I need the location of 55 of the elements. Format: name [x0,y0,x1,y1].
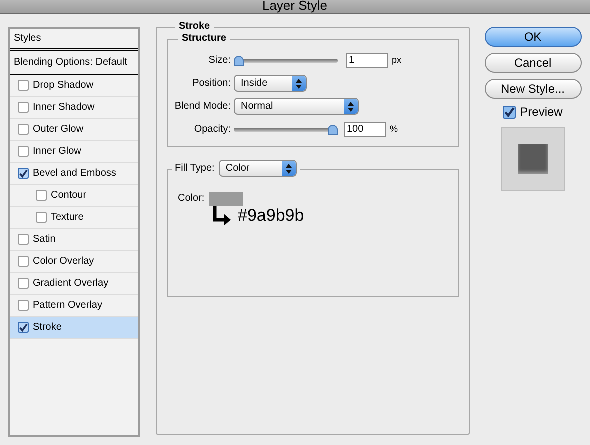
unit-label: px [392,54,402,67]
arrow-icon [212,206,232,226]
dropdown[interactable]: Inside [234,75,307,92]
slider[interactable] [234,56,338,66]
window-title: Layer Style [262,0,328,12]
checkbox[interactable] [18,256,29,267]
color-swatch[interactable] [208,192,243,206]
style-item[interactable]: Satin [10,229,138,251]
style-item[interactable]: Gradient Overlay [10,273,138,295]
checkbox[interactable] [36,212,47,223]
style-item[interactable]: Contour [10,185,138,207]
checkbox[interactable] [18,124,29,135]
dialog-button[interactable]: New Style... [484,79,582,99]
stepper-icon [292,76,306,91]
field-label: Blend Mode: [174,100,232,114]
color-annotation: #9a9b9b [238,206,304,226]
style-item[interactable]: Color Overlay [10,251,138,273]
checkbox[interactable] [503,106,516,118]
style-item[interactable]: Inner Glow [10,141,138,163]
field-label: Color: [178,192,205,206]
style-item[interactable]: Bevel and Emboss [10,163,138,185]
preview-label: Preview [520,104,563,121]
style-item[interactable]: Outer Glow [10,119,138,141]
styles-header: Styles [10,29,138,51]
field-label: Size: [208,54,232,68]
style-item[interactable]: Texture [10,207,138,229]
field-label: Fill Type: [175,162,215,176]
checkbox[interactable] [18,168,29,179]
unit-label: % [390,122,398,136]
dropdown[interactable]: Normal [234,98,359,115]
slider[interactable] [234,124,338,134]
slider-thumb[interactable] [234,56,244,66]
checkbox[interactable] [18,146,29,157]
style-item[interactable]: Stroke [10,317,138,339]
checkbox[interactable] [18,102,29,113]
blending-options[interactable]: Blending Options: Default [10,51,138,75]
opacity-field[interactable]: 100 [344,122,386,137]
dialog-button[interactable]: OK [484,27,582,47]
stepper-icon [344,99,358,114]
checkbox[interactable] [18,278,29,289]
slider-thumb[interactable] [328,124,338,134]
dropdown[interactable]: Color [218,160,297,177]
field-label: Position: [192,77,232,91]
style-item[interactable]: Inner Shadow [10,97,138,119]
dialog-button[interactable]: Cancel [484,53,582,73]
checkbox[interactable] [18,80,29,91]
field-label: Opacity: [193,123,232,137]
checkbox[interactable] [18,322,29,333]
preview-thumbnail [501,127,565,191]
checkbox[interactable] [18,234,29,245]
stepper-icon [282,161,296,176]
size-field[interactable]: 1 [346,53,388,68]
checkbox[interactable] [36,190,47,201]
checkbox[interactable] [18,300,29,311]
style-item[interactable]: Drop Shadow [10,75,138,97]
